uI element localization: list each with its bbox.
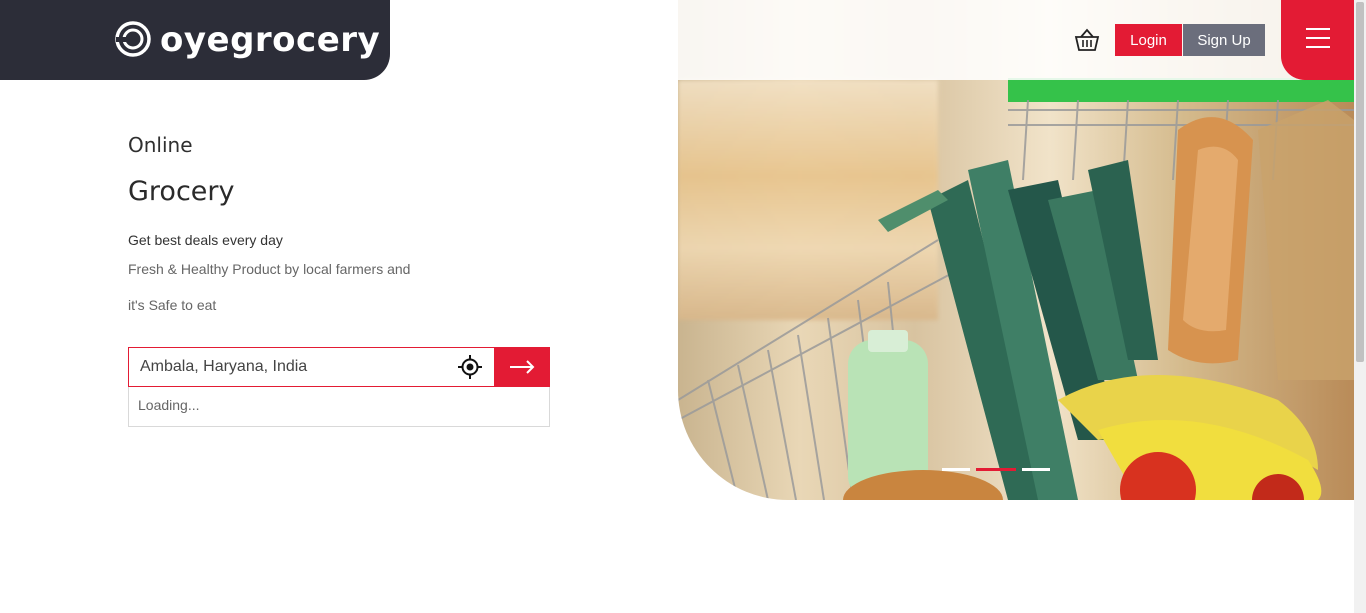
hero-eyebrow: Online — [128, 133, 193, 157]
hero-description-line-2: it's Safe to eat — [128, 297, 217, 313]
crosshair-locate-icon[interactable] — [458, 355, 482, 379]
slider-dot-1[interactable] — [942, 468, 970, 471]
hero-tagline: Get best deals every day — [128, 232, 283, 248]
shopping-basket-icon[interactable] — [1072, 27, 1102, 53]
hero-image — [678, 0, 1354, 500]
brand-name: oyegrocery — [160, 20, 381, 60]
hero-description-line-1: Fresh & Healthy Product by local farmers… — [128, 261, 411, 277]
page-scrollbar[interactable] — [1354, 0, 1366, 613]
slider-dot-2[interactable] — [976, 468, 1016, 471]
slider-dots — [942, 468, 1050, 471]
oyegrocery-logo-icon — [115, 21, 151, 57]
search-submit-button[interactable] — [494, 347, 550, 387]
slider-dot-3[interactable] — [1022, 468, 1050, 471]
logo-container[interactable]: oyegrocery — [0, 0, 390, 80]
location-suggestions-dropdown: Loading... — [128, 387, 550, 427]
hero-headline: Grocery — [128, 176, 235, 207]
location-search — [128, 347, 550, 387]
login-button[interactable]: Login — [1115, 24, 1182, 56]
signup-button[interactable]: Sign Up — [1183, 24, 1265, 56]
scrollbar-thumb[interactable] — [1356, 2, 1364, 362]
location-search-input[interactable] — [128, 347, 495, 387]
hamburger-menu-icon[interactable] — [1281, 0, 1354, 80]
arrow-right-icon — [510, 360, 535, 374]
